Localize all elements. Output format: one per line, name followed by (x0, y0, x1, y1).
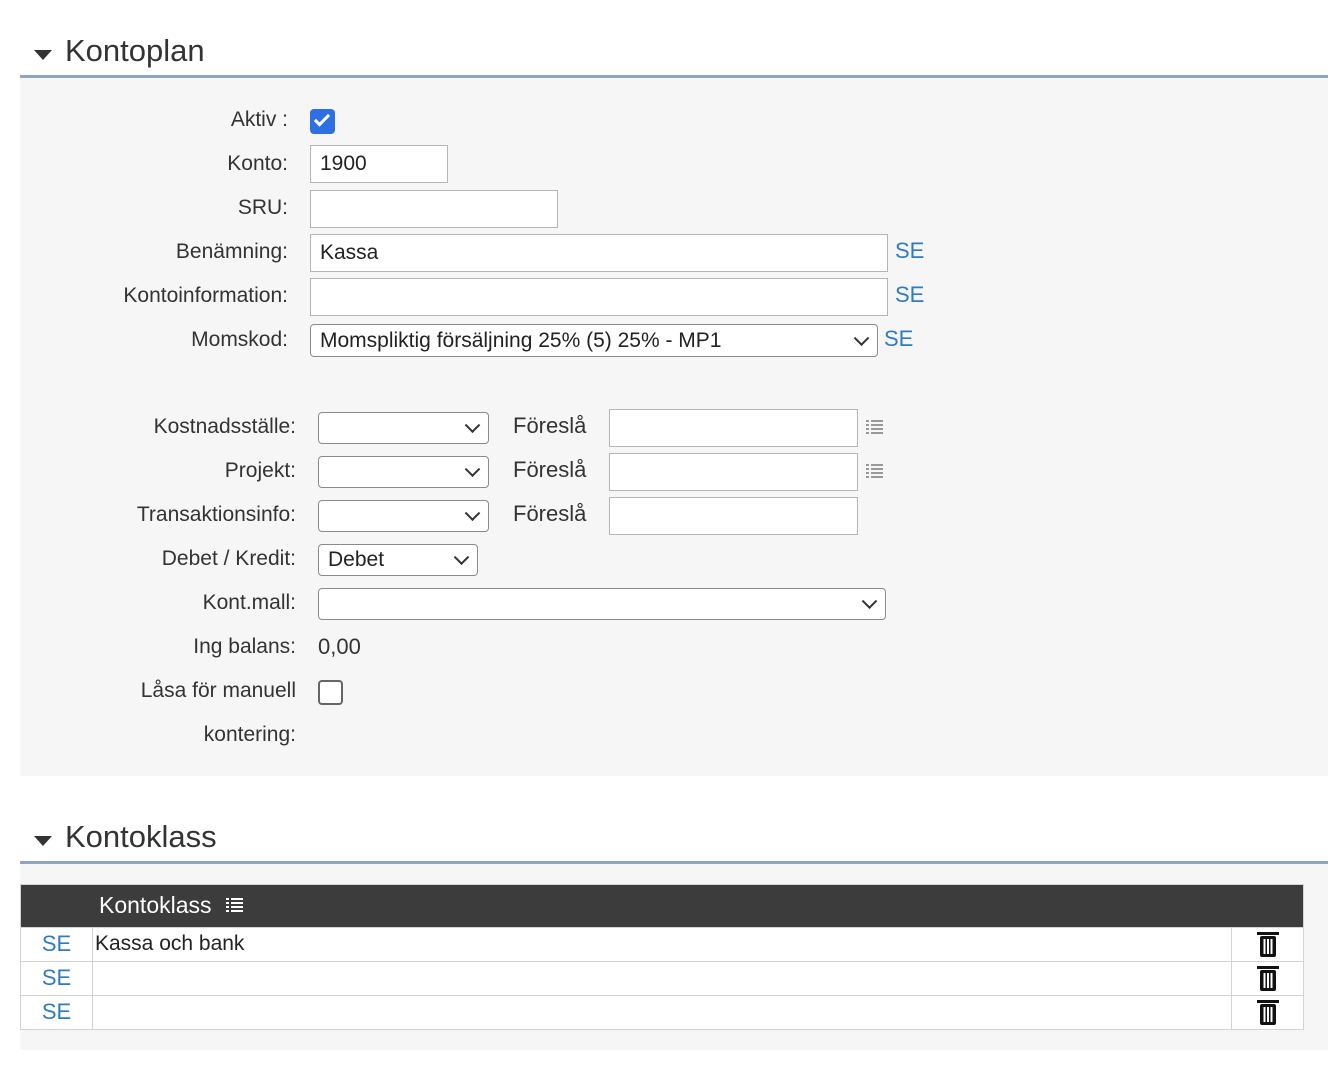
chevron-down-icon (853, 329, 870, 346)
aktiv-label: Aktiv : (230, 108, 288, 131)
list-icon[interactable] (226, 898, 244, 914)
row-se-link[interactable]: SE (42, 965, 71, 990)
projekt-label: Projekt: (224, 459, 296, 482)
kontoinformation-se-link[interactable]: SE (895, 282, 924, 308)
sru-input[interactable] (310, 190, 558, 228)
check-icon (313, 110, 331, 127)
kontoplan-panel: Aktiv : Konto: 1900 SRU: Benämning: Kass… (20, 78, 1328, 776)
kontoklass-column-header[interactable]: Kontoklass (99, 892, 212, 919)
benamning-input[interactable]: Kassa (310, 234, 888, 272)
trash-icon[interactable] (1257, 1000, 1279, 1026)
ing-balans-value: 0,00 (318, 634, 361, 659)
benamning-se-link[interactable]: SE (895, 238, 924, 264)
momskod-select[interactable]: Momspliktig försäljning 25% (5) 25% - MP… (310, 324, 878, 357)
kontoklass-table: Kontoklass SE Kassa och bank SE SE (20, 884, 1304, 1030)
debet-kredit-selected: Debet (328, 548, 385, 571)
row-link-cell: SE (21, 928, 93, 961)
row-link-cell: SE (21, 962, 93, 995)
kontoplan-header[interactable]: Kontoplan (20, 30, 1328, 78)
momskod-se-link[interactable]: SE (884, 326, 913, 352)
row-se-link[interactable]: SE (42, 931, 71, 956)
table-row: SE (21, 995, 1303, 1029)
kostnadsstalle-foresla-label: Föreslå (513, 413, 587, 438)
projekt-foresla-input[interactable] (609, 453, 858, 491)
list-icon[interactable] (866, 420, 884, 436)
transaktionsinfo-foresla-label: Föreslå (513, 501, 587, 526)
row-se-link[interactable]: SE (42, 999, 71, 1024)
aktiv-checkbox[interactable] (310, 109, 335, 134)
projekt-foresla-label: Föreslå (513, 457, 587, 482)
ing-balans-label: Ing balans: (193, 635, 296, 658)
sru-label: SRU: (237, 196, 288, 219)
chevron-down-icon (464, 461, 481, 478)
kontoklass-title: Kontoklass (65, 819, 217, 854)
chevron-down-icon (861, 593, 878, 610)
row-link-cell: SE (21, 996, 93, 1029)
trash-icon[interactable] (1257, 932, 1279, 958)
kontoklass-header[interactable]: Kontoklass (20, 815, 1328, 864)
transaktionsinfo-foresla-input[interactable] (609, 497, 858, 535)
konto-label: Konto: (227, 152, 288, 175)
table-row: SE (21, 961, 1303, 995)
table-header: Kontoklass (21, 885, 1303, 927)
row-action-cell (1231, 962, 1303, 995)
konto-input[interactable]: 1900 (310, 145, 448, 183)
caret-down-icon[interactable] (34, 836, 52, 846)
benamning-label: Benämning: (175, 240, 288, 263)
kontoinformation-input[interactable] (310, 278, 888, 316)
momskod-label: Momskod: (191, 328, 288, 351)
lasa-label-line2: kontering: (203, 723, 296, 746)
kontoplan-title: Kontoplan (65, 33, 205, 68)
projekt-select[interactable] (318, 456, 489, 488)
caret-down-icon[interactable] (34, 50, 52, 60)
kontoinformation-label: Kontoinformation: (123, 284, 288, 307)
row-action-cell (1231, 928, 1303, 961)
momskod-selected: Momspliktig försäljning 25% (5) 25% - MP… (320, 329, 722, 352)
transaktionsinfo-label: Transaktionsinfo: (136, 503, 296, 526)
kontmall-label: Kont.mall: (202, 591, 296, 614)
trash-icon[interactable] (1257, 966, 1279, 992)
chevron-down-icon (464, 505, 481, 522)
chevron-down-icon (464, 417, 481, 434)
debet-kredit-select[interactable]: Debet (318, 544, 478, 576)
row-kontoklass-value: Kassa och bank (95, 932, 245, 955)
kostnadsstalle-label: Kostnadsställe: (153, 415, 296, 438)
table-row: SE Kassa och bank (21, 927, 1303, 961)
row-action-cell (1231, 996, 1303, 1029)
debet-kredit-label: Debet / Kredit: (161, 547, 296, 570)
kontmall-select[interactable] (318, 588, 886, 620)
list-icon[interactable] (866, 464, 884, 480)
lasa-label-line1: Låsa för manuell (140, 679, 296, 702)
kostnadsstalle-select[interactable] (318, 412, 489, 444)
lasa-checkbox[interactable] (318, 680, 343, 705)
transaktionsinfo-select[interactable] (318, 500, 489, 532)
chevron-down-icon (453, 549, 470, 566)
kostnadsstalle-foresla-input[interactable] (609, 409, 858, 447)
